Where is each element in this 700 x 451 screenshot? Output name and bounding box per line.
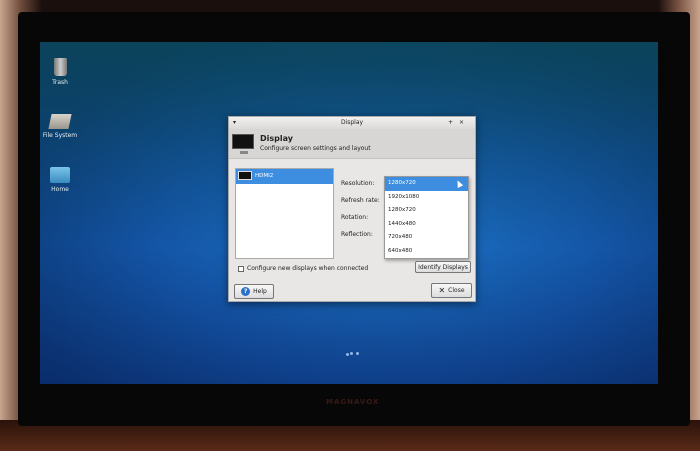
help-icon: ? [241,287,251,296]
desktop-icon-file-system[interactable]: File System [40,114,85,139]
resolution-label: Resolution: [341,180,375,187]
rotation-label: Rotation: [341,214,369,221]
resolution-option[interactable]: 1440x480 [385,218,468,232]
close-x-icon: ✕ [438,286,446,295]
resolution-option[interactable]: 720x480 [385,231,468,245]
reflection-label: Reflection: [341,231,373,238]
button-label: Help [253,288,267,295]
close-icon[interactable]: × [459,119,470,126]
identify-displays-button[interactable]: Identify Displays [415,261,471,273]
resolution-option[interactable]: 640x480 [385,245,468,259]
maximize-icon[interactable]: + [448,119,459,126]
drive-icon [48,114,72,129]
header-title: Display [260,134,293,143]
trash-icon [53,58,67,76]
desktop-icon-trash[interactable]: Trash [40,58,85,86]
monitor-brand-logo: MAGNAVOX [326,398,380,406]
window-menu-icon[interactable]: ▾ [233,117,236,129]
display-dialog: ▾ Display +× Display Configure screen se… [228,116,476,302]
desktop-icon-label: File System [42,132,78,139]
header-subtitle: Configure screen settings and layout [260,145,371,152]
resolution-dropdown-list[interactable]: 1280x720 1920x1080 1280x720 1440x480 720… [384,176,469,259]
button-label: Identify Displays [418,263,468,271]
display-list[interactable]: HDMI2 [235,168,334,259]
window-title: Display [340,119,364,126]
checkbox-label: Configure new displays when connected [247,265,369,272]
desktop-icon-home[interactable]: Home [40,167,85,193]
checkbox-icon[interactable] [238,265,244,272]
resolution-selected[interactable]: 1280x720 [385,177,468,191]
button-label: Close [448,287,465,294]
mouse-cursor-icon [454,179,464,188]
desktop-icon-label: Trash [52,79,68,86]
display-name: HDMI2 [255,173,274,179]
refresh-rate-label: Refresh rate: [341,197,380,204]
resolution-selected-label: 1280x720 [388,180,416,186]
close-button[interactable]: ✕ Close [431,283,472,298]
resolution-option[interactable]: 1280x720 [385,204,468,218]
loading-spinner-icon [346,352,360,356]
title-bar[interactable]: ▾ Display +× [229,117,475,129]
home-folder-icon [50,167,70,183]
monitor-icon [232,134,254,154]
desktop-icon-label: Home [51,186,69,193]
resolution-option[interactable]: 1920x1080 [385,191,468,205]
display-list-item[interactable]: HDMI2 [236,169,333,184]
help-button[interactable]: ? Help [234,284,274,299]
dialog-header: Display Configure screen settings and la… [229,129,475,159]
monitor-icon [238,171,252,180]
configure-new-displays-checkbox[interactable]: Configure new displays when connected [238,265,368,272]
